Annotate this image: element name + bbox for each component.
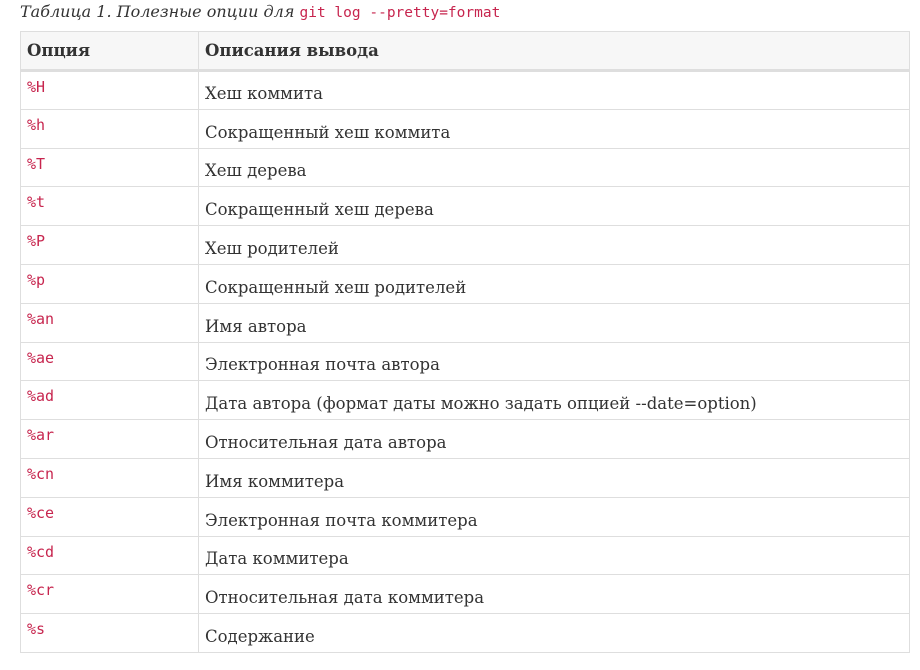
options-table: Опция Описания вывода %H Хеш коммита %h … (20, 31, 910, 653)
option-code: %p (20, 263, 199, 304)
header-description: Описания вывода (198, 31, 910, 72)
table-row: %H Хеш коммита (20, 70, 910, 110)
option-description: Сокращенный хеш дерева (198, 186, 910, 227)
table-row: %ce Электронная почта коммитера (20, 496, 910, 537)
caption-code: git log --pretty=format (299, 5, 501, 21)
option-code: %ad (20, 380, 199, 421)
option-description: Хеш дерева (198, 147, 910, 188)
table-row: %ae Электронная почта автора (20, 341, 910, 382)
option-code: %cr (20, 574, 199, 615)
header-option: Опция (20, 31, 199, 72)
option-code: %cd (20, 535, 199, 576)
option-code: %H (20, 70, 199, 110)
option-description: Имя автора (198, 302, 910, 343)
table-row: %t Сокращенный хеш дерева (20, 186, 910, 227)
option-description: Сокращенный хеш родителей (198, 263, 910, 304)
option-code: %ar (20, 419, 199, 459)
option-description: Электронная почта автора (198, 341, 910, 382)
table-header-row: Опция Описания вывода (20, 31, 910, 72)
option-code: %an (20, 302, 199, 343)
option-description: Относительная дата коммитера (198, 574, 910, 615)
option-description: Содержание (198, 613, 910, 653)
option-code: %h (20, 108, 199, 149)
option-description: Имя коммитера (198, 457, 910, 498)
table-row: %s Содержание (20, 613, 910, 653)
option-description: Сокращенный хеш коммита (198, 108, 910, 149)
table-row: %ar Относительная дата автора (20, 419, 910, 459)
caption-label: Таблица 1. Полезные опции для (20, 2, 300, 21)
option-code: %P (20, 225, 199, 265)
option-description: Хеш коммита (198, 70, 910, 110)
option-code: %T (20, 147, 199, 188)
table-row: %cd Дата коммитера (20, 535, 910, 576)
option-code: %s (20, 613, 199, 653)
option-code: %ce (20, 496, 199, 537)
option-code: %ae (20, 341, 199, 382)
table-row: %T Хеш дерева (20, 147, 910, 188)
option-description: Электронная почта коммитера (198, 496, 910, 537)
table-row: %cr Относительная дата коммитера (20, 574, 910, 615)
option-description: Относительная дата автора (198, 419, 910, 459)
table-row: %ad Дата автора (формат даты можно задат… (20, 380, 910, 421)
table-caption: Таблица 1. Полезные опции для git log --… (20, 2, 500, 23)
table-row: %cn Имя коммитера (20, 457, 910, 498)
option-description: Дата коммитера (198, 535, 910, 576)
table-row: %p Сокращенный хеш родителей (20, 263, 910, 304)
option-code: %t (20, 186, 199, 227)
option-code: %cn (20, 457, 199, 498)
table-row: %an Имя автора (20, 302, 910, 343)
table-row: %P Хеш родителей (20, 225, 910, 265)
table-row: %h Сокращенный хеш коммита (20, 108, 910, 149)
option-description: Хеш родителей (198, 225, 910, 265)
option-description: Дата автора (формат даты можно задать оп… (198, 380, 910, 421)
